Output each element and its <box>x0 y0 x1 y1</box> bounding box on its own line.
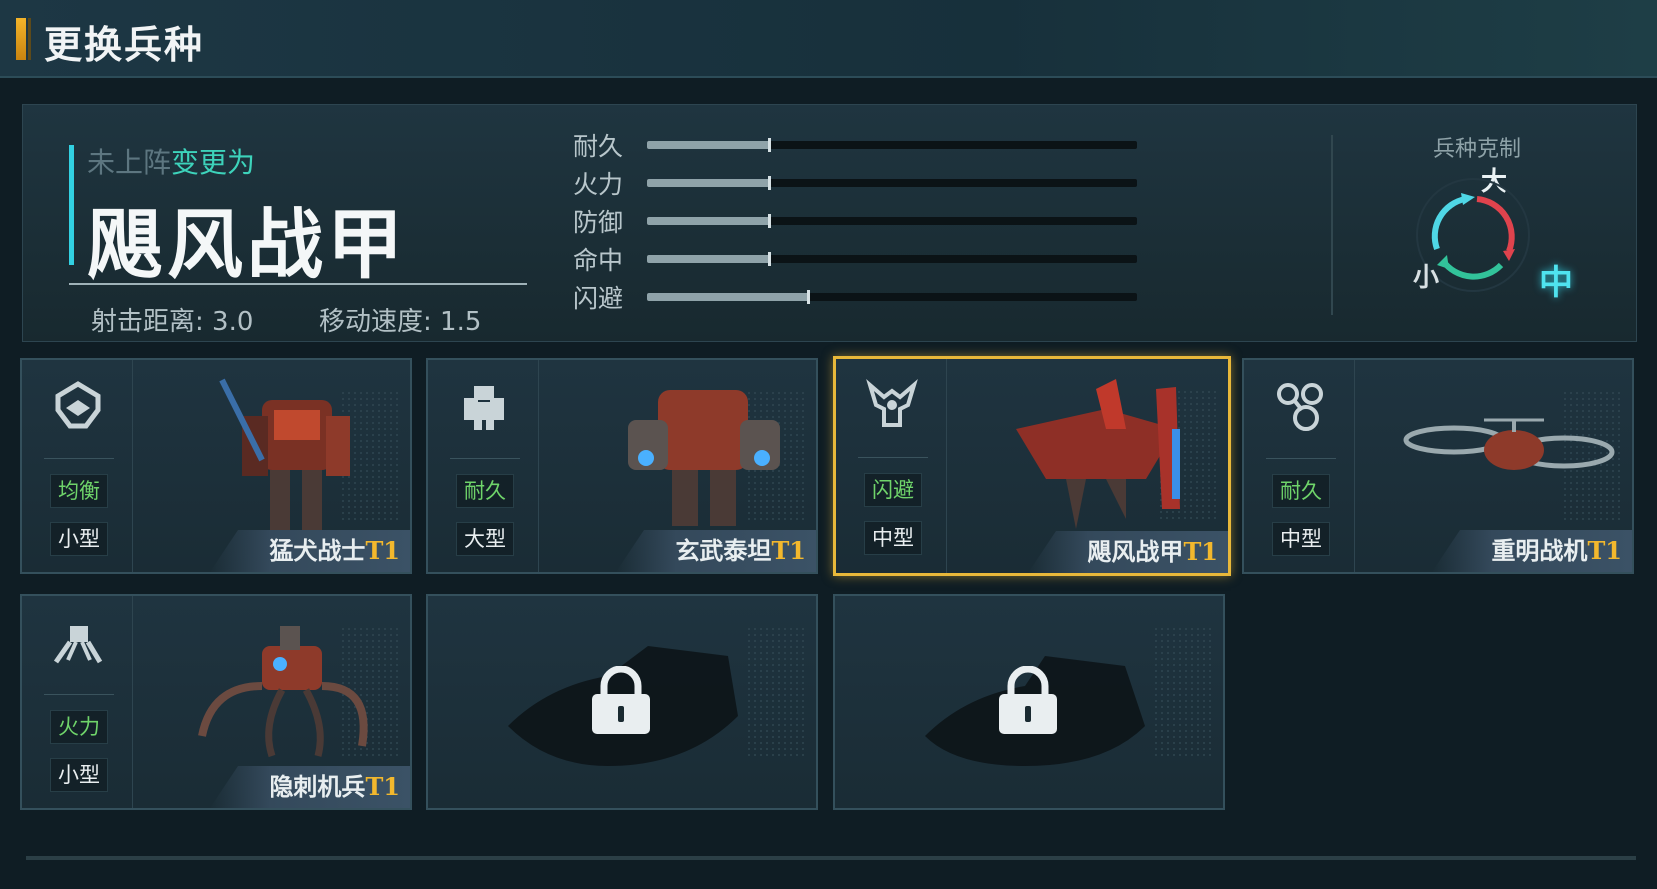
attribute-bar-fill <box>647 217 770 225</box>
title-accent-bar <box>16 18 26 60</box>
page-title: 更换兵种 <box>44 22 205 67</box>
card-divider <box>44 458 114 459</box>
lock-icon <box>592 666 650 734</box>
title-accent-stripe <box>28 18 31 60</box>
attribute-label: 耐久 <box>573 132 624 161</box>
attribute-bar-fill <box>647 141 770 149</box>
attribute-bar-track <box>647 176 1137 190</box>
shoot-range-stat: 射击距离: 3.0 <box>91 307 254 337</box>
attribute-bar-tick <box>807 290 810 304</box>
lock-icon <box>999 666 1057 734</box>
card-info-column: 耐久 中型 <box>1244 360 1355 572</box>
name-accent-bar <box>69 145 74 265</box>
gunship-drone-art <box>1403 418 1615 470</box>
role-badge: 耐久 <box>456 474 514 508</box>
status-change-to: 变更为 <box>171 146 256 179</box>
role-badge: 火力 <box>50 710 108 744</box>
card-divider <box>1266 458 1336 459</box>
attribute-bar-tick <box>768 176 771 190</box>
unit-card[interactable]: 火力 小型 隐刺机兵T1 <box>20 594 412 810</box>
arrow-small-to-large <box>1431 196 1466 251</box>
heavy-mech-icon <box>464 386 504 430</box>
spider-walker-icon <box>53 626 103 664</box>
unit-name-label: 玄武泰坦T1 <box>675 536 806 565</box>
mech-warrior-art <box>219 378 350 530</box>
unit-card[interactable]: 耐久 中型 重明战机T1 <box>1242 358 1634 574</box>
size-badge: 中型 <box>864 521 922 555</box>
unit-name-label: 猛犬战士T1 <box>269 536 400 565</box>
attribute-bar-tick <box>768 252 771 266</box>
status-line: 未上阵变更为 <box>87 141 255 181</box>
size-badge: 中型 <box>1272 522 1330 556</box>
size-badge: 大型 <box>456 522 514 556</box>
titan-mech-art <box>628 390 780 526</box>
size-badge: 小型 <box>50 758 108 792</box>
locked-unit-card[interactable] <box>833 594 1225 810</box>
attribute-bar-fill <box>647 255 770 263</box>
attribute-bar-track <box>647 290 1137 304</box>
panel-divider <box>1331 135 1333 315</box>
balanced-helmet-icon <box>55 381 101 429</box>
attribute-label: 防御 <box>573 208 624 237</box>
unit-name-label: 隐刺机兵T1 <box>269 772 400 801</box>
attribute-bar-track <box>647 138 1137 152</box>
counter-small-label: 小 <box>1413 263 1440 293</box>
unit-card[interactable]: 均衡 小型 猛犬战士T1 <box>20 358 412 574</box>
counter-title: 兵种克制 <box>1433 137 1522 162</box>
unit-card-selected[interactable]: 闪避 中型 飓风战甲T1 <box>833 356 1231 576</box>
card-info-column: 均衡 小型 <box>22 360 133 572</box>
locked-unit-card[interactable] <box>426 594 818 810</box>
arrow-mid-to-small <box>1440 259 1504 280</box>
role-badge: 闪避 <box>864 473 922 507</box>
attribute-label: 闪避 <box>573 284 624 313</box>
card-divider <box>44 694 114 695</box>
card-info-column: 火力 小型 <box>22 596 133 808</box>
size-badge: 小型 <box>50 522 108 556</box>
card-divider <box>450 458 520 459</box>
attribute-bar-tick <box>768 138 771 152</box>
attribute-bar-fill <box>647 179 770 187</box>
title-bar: 更换兵种 <box>0 0 1657 78</box>
attribute-label: 命中 <box>573 246 624 275</box>
name-underline <box>69 283 527 285</box>
attribute-bar-track <box>647 252 1137 266</box>
arrow-large-to-mid <box>1476 196 1515 253</box>
drone-rotor-icon <box>1277 383 1323 431</box>
card-divider <box>858 457 928 458</box>
move-speed-stat: 移动速度: 1.5 <box>319 307 482 337</box>
unit-card[interactable]: 耐久 大型 玄武泰坦T1 <box>426 358 818 574</box>
role-badge: 耐久 <box>1272 474 1330 508</box>
spider-mech-art <box>198 626 368 758</box>
unit-name-label: 重明战机T1 <box>1491 536 1622 565</box>
role-badge: 均衡 <box>50 474 108 508</box>
card-info-column: 闪避 中型 <box>836 359 947 573</box>
hurricane-mech-art <box>1016 379 1180 529</box>
attribute-label: 火力 <box>573 170 624 199</box>
unit-name-label: 飓风战甲T1 <box>1087 537 1218 566</box>
winged-mech-icon <box>866 379 918 427</box>
counter-medium-label: 中 <box>1539 263 1573 303</box>
attribute-bar-track <box>647 214 1137 228</box>
card-info-column: 耐久 大型 <box>428 360 539 572</box>
attribute-bar-fill <box>647 293 809 301</box>
attribute-bar-tick <box>768 214 771 228</box>
status-not-deployed: 未上阵 <box>87 146 172 179</box>
bottom-divider <box>26 856 1636 860</box>
selected-unit-name: 飓风战甲 <box>87 200 407 289</box>
unit-info-panel: 未上阵变更为 飓风战甲 射击距离: 3.0 移动速度: 1.5 耐久 火力 防御… <box>22 104 1637 342</box>
